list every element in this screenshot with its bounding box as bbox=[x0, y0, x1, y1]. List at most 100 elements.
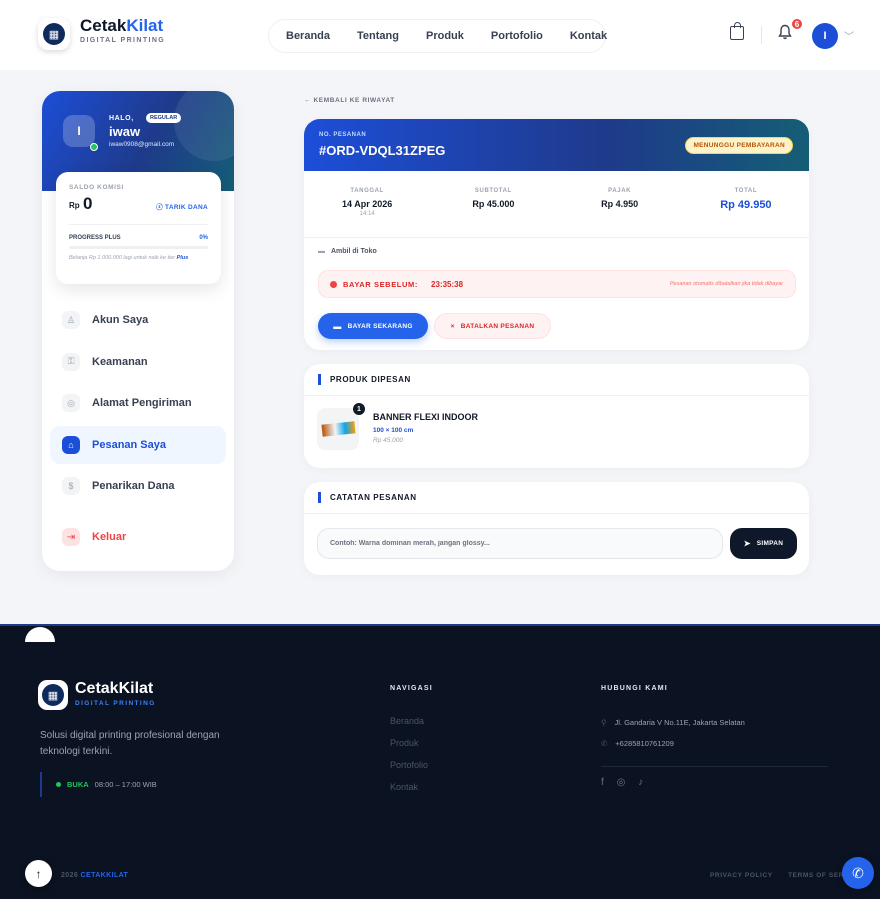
nav-kontak[interactable]: Kontak bbox=[570, 30, 607, 42]
phone-text: +6285810761209 bbox=[615, 739, 674, 748]
alert-icon bbox=[330, 281, 337, 288]
footer-brand-name: CetakKilat bbox=[75, 680, 154, 697]
open-status: BUKA bbox=[67, 780, 89, 789]
footer-nav-kontak[interactable]: Kontak bbox=[390, 782, 428, 792]
whatsapp-icon: ✆ bbox=[601, 739, 608, 748]
stat-value: Rp 45.000 bbox=[472, 199, 515, 209]
product-size: 100 × 100 cm bbox=[373, 427, 414, 434]
nav-produk[interactable]: Produk bbox=[426, 30, 464, 42]
sidebar-item-akun-saya[interactable]: ♙ Akun Saya bbox=[50, 301, 226, 339]
stat-label: TOTAL bbox=[734, 188, 758, 194]
notification-badge: 6 bbox=[790, 17, 804, 31]
cancel-order-label: BATALKAN PESANAN bbox=[460, 322, 535, 330]
order-header: NO. PESANAN #ORD-VDQL31ZPEG MENUNGGU PEM… bbox=[304, 119, 809, 171]
copyright-year: 2026 bbox=[61, 872, 79, 879]
sidebar-item-label: Akun Saya bbox=[92, 314, 149, 326]
account-menu: ♙ Akun Saya ⚿ Keamanan ◎ Alamat Pengirim… bbox=[50, 301, 226, 509]
deadline-note: Pesanan otomatis dibatalkan jika tidak d… bbox=[669, 281, 783, 287]
pay-now-label: BAYAR SEKARANG bbox=[347, 322, 413, 330]
withdraw-button[interactable]: ⓢ TARIK DANA bbox=[156, 201, 208, 211]
stat-tax: PAJAK Rp 4.950 bbox=[557, 179, 683, 229]
order-note-input[interactable] bbox=[317, 528, 723, 559]
send-icon: ➤ bbox=[743, 539, 751, 548]
privacy-policy-link[interactable]: PRIVACY POLICY bbox=[710, 872, 773, 879]
stat-label: PAJAK bbox=[608, 188, 632, 194]
pay-now-button[interactable]: ▬ BAYAR SEKARANG bbox=[318, 313, 428, 339]
address-text: Jl. Gandaria V No.11E, Jakarta Selatan bbox=[614, 718, 745, 727]
brand[interactable]: CetakKilat DIGITAL PRINTING bbox=[80, 16, 165, 45]
user-avatar[interactable]: I bbox=[812, 23, 838, 49]
cancel-order-button[interactable]: × BATALKAN PESANAN bbox=[434, 313, 551, 339]
footer-nav-portofolio[interactable]: Portofolio bbox=[390, 760, 428, 770]
nav-tentang[interactable]: Tentang bbox=[357, 30, 399, 42]
stat-label: TANGGAL bbox=[350, 188, 384, 194]
save-label: SIMPAN bbox=[756, 540, 784, 547]
withdraw-label: TARIK DANA bbox=[165, 204, 208, 211]
footer-phone[interactable]: ✆ +6285810761209 bbox=[601, 739, 674, 748]
footer-logo-icon[interactable]: ▦ bbox=[38, 680, 68, 710]
logo-icon[interactable]: ▦ bbox=[38, 18, 70, 50]
order-notes-card: CATATAN PESANAN ➤ SIMPAN bbox=[304, 482, 809, 575]
section-divider bbox=[304, 395, 809, 396]
footer-contact-title: HUBUNGI KAMI bbox=[601, 685, 668, 692]
profile-name: iwaw bbox=[109, 124, 141, 139]
product-thumbnail[interactable] bbox=[317, 408, 359, 450]
truck-icon: ▬ bbox=[318, 248, 325, 255]
back-to-history-link[interactable]: ← KEMBALI KE RIWAYAT bbox=[304, 97, 395, 104]
tier-hint-target: Plus bbox=[176, 255, 189, 261]
chat-button[interactable]: ✆ bbox=[842, 857, 874, 889]
footer-nav-title: NAVIGASI bbox=[390, 685, 433, 692]
cart-icon[interactable] bbox=[730, 22, 744, 40]
stat-subtotal: SUBTOTAL Rp 45.000 bbox=[430, 179, 556, 229]
footer-nav-produk[interactable]: Produk bbox=[390, 738, 428, 748]
logout-icon: ⇥ bbox=[62, 528, 80, 546]
payment-deadline-alert: BAYAR SEBELUM: 23:35:38 Pesanan otomatis… bbox=[318, 270, 796, 298]
tiktok-icon[interactable]: ♪ bbox=[638, 777, 643, 788]
save-note-button[interactable]: ➤ SIMPAN bbox=[730, 528, 797, 559]
copyright: 2026 CETAKKILAT bbox=[61, 872, 128, 879]
user-icon: ♙ bbox=[62, 311, 80, 329]
coin-icon: $ bbox=[62, 477, 80, 495]
greeting-label: HALO, bbox=[109, 115, 134, 122]
footer-nav: Beranda Produk Portofolio Kontak bbox=[390, 716, 428, 804]
profile-email: iwaw0908@gmail.com bbox=[109, 141, 175, 148]
nav-beranda[interactable]: Beranda bbox=[286, 30, 330, 42]
online-status-dot bbox=[90, 143, 98, 151]
facebook-icon[interactable]: f bbox=[601, 777, 604, 788]
footer-brand-tagline: DIGITAL PRINTING bbox=[75, 700, 156, 707]
card-divider bbox=[69, 224, 208, 225]
order-stats: TANGGAL 14 Apr 2026 14:14 SUBTOTAL Rp 45… bbox=[304, 179, 809, 229]
footer-address: ⚲ Jl. Gandaria V No.11E, Jakarta Selatan bbox=[601, 718, 745, 727]
sidebar-item-label: Alamat Pengiriman bbox=[92, 397, 192, 409]
sidebar-item-alamat[interactable]: ◎ Alamat Pengiriman bbox=[50, 384, 226, 422]
deadline-label: BAYAR SEBELUM: bbox=[343, 280, 418, 289]
header-divider bbox=[761, 26, 762, 44]
sidebar-item-pesanan[interactable]: ⌂ Pesanan Saya bbox=[50, 425, 226, 464]
stat-total: TOTAL Rp 49.950 bbox=[683, 179, 809, 229]
terms-link[interactable]: TERMS OF SER bbox=[788, 872, 844, 879]
instagram-icon[interactable]: ◎ bbox=[617, 777, 626, 788]
delivery-method: ▬ Ambil di Toko bbox=[318, 248, 377, 255]
sidebar-item-keamanan[interactable]: ⚿ Keamanan bbox=[50, 343, 226, 381]
sidebar-item-penarikan[interactable]: $ Penarikan Dana bbox=[50, 467, 226, 505]
stats-divider bbox=[304, 237, 809, 238]
site-footer: ▦ CetakKilat DIGITAL PRINTING Solusi dig… bbox=[0, 624, 880, 899]
footer-brand: CetakKilat DIGITAL PRINTING bbox=[75, 680, 156, 707]
scroll-to-top-button[interactable]: ↑ bbox=[25, 860, 52, 887]
key-icon: ⚿ bbox=[62, 352, 80, 371]
order-number-label: NO. PESANAN bbox=[319, 132, 367, 138]
logout-label: Keluar bbox=[92, 531, 127, 543]
location-pin-icon: ⚲ bbox=[601, 718, 607, 727]
brand-name-accent: Kilat bbox=[126, 16, 164, 35]
currency-label: Rp bbox=[69, 201, 80, 210]
footer-nav-beranda[interactable]: Beranda bbox=[390, 716, 428, 726]
stat-date: TANGGAL 14 Apr 2026 14:14 bbox=[304, 179, 430, 229]
nav-portofolio[interactable]: Portofolio bbox=[491, 30, 543, 42]
profile-avatar: I bbox=[63, 115, 95, 147]
sidebar-item-label: Keamanan bbox=[92, 355, 148, 368]
logout-button[interactable]: ⇥ Keluar bbox=[62, 528, 126, 546]
sidebar-item-label: Penarikan Dana bbox=[92, 480, 175, 492]
quantity-badge: 1 bbox=[353, 403, 365, 415]
stat-time: 14:14 bbox=[359, 211, 375, 217]
chevron-down-icon[interactable]: ﹀ bbox=[844, 28, 854, 43]
